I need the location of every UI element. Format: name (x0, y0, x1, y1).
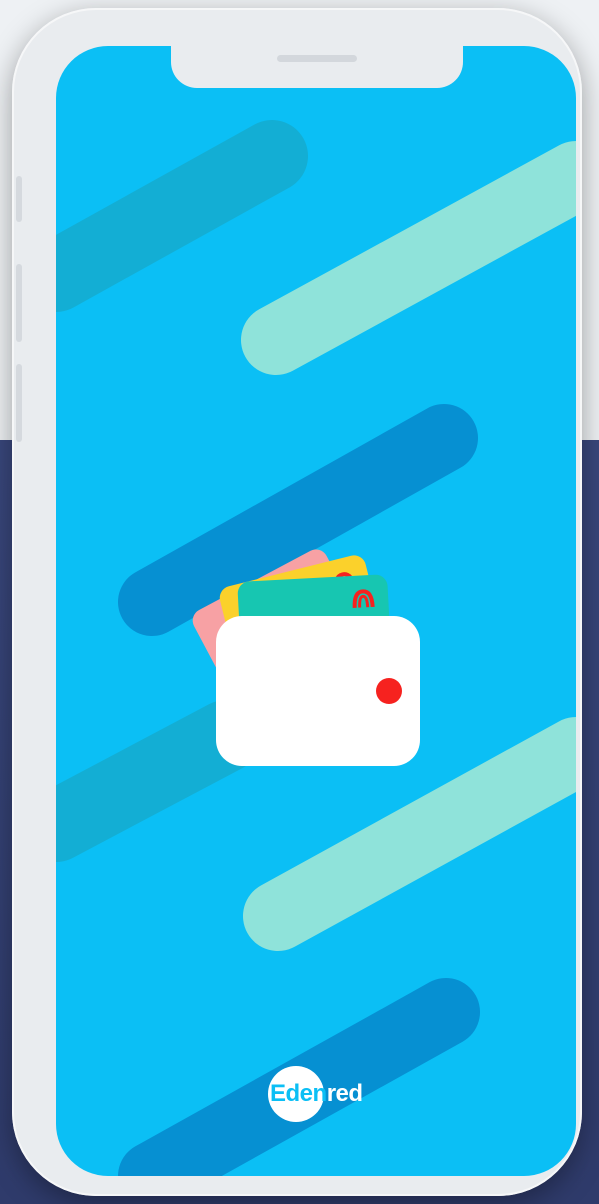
logo-text-prefix: Eden (270, 1080, 327, 1107)
wallet-icon (216, 616, 420, 766)
edenred-logo: Edenred (268, 1066, 398, 1122)
stripe-mint-top (241, 141, 576, 375)
wallet-clasp-dot (376, 678, 402, 704)
logo-text-suffix: red (326, 1080, 363, 1107)
stripe-teal-lower (56, 700, 262, 862)
splash-screen: Edenred (56, 46, 576, 1176)
phone-frame: Edenred (12, 8, 582, 1196)
stripe-mint-lower (243, 717, 576, 951)
stripe-teal-top (56, 120, 308, 312)
phone-mute-switch (16, 176, 22, 222)
wallet-illustration (188, 514, 426, 774)
phone-volume-up (16, 264, 22, 342)
phone-volume-down (16, 364, 22, 442)
phone-notch (171, 46, 463, 88)
logo-wordmark: Edenred (268, 1080, 363, 1108)
phone-speaker (277, 55, 357, 62)
card-logo-icon (352, 589, 375, 608)
